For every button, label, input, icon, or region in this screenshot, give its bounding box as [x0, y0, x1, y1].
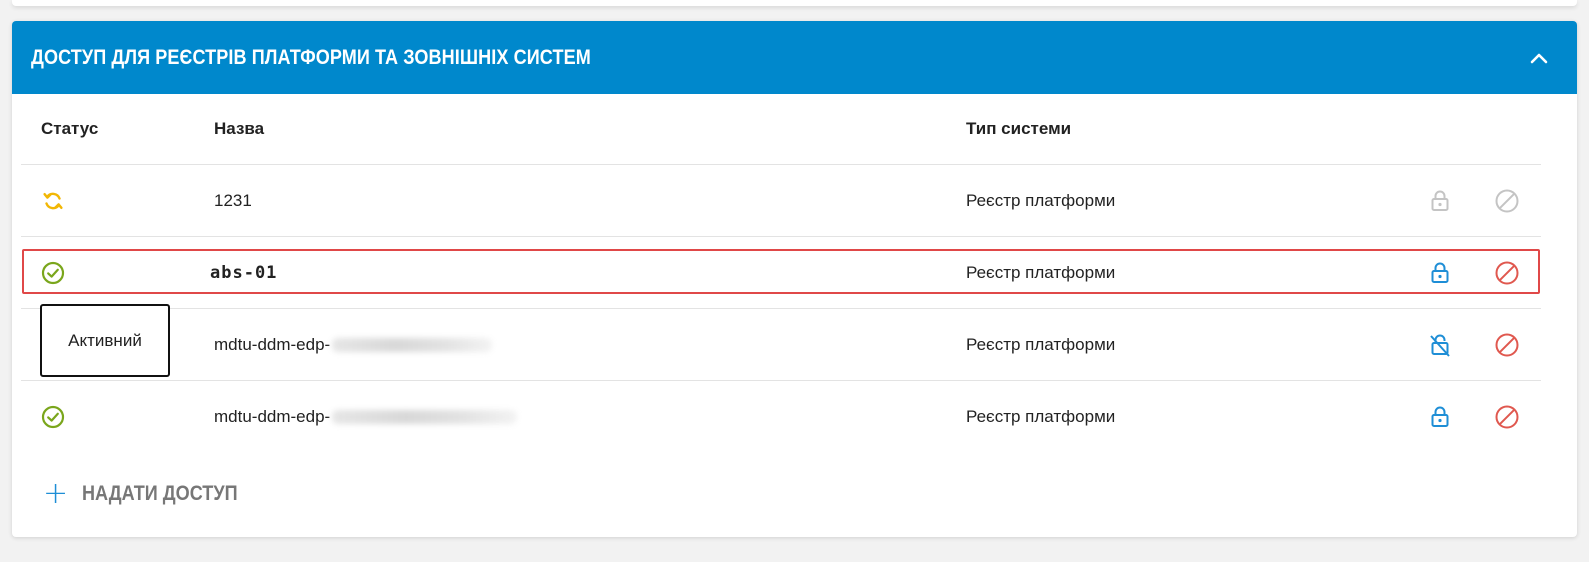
lock-icon[interactable]	[1427, 404, 1453, 430]
status-tooltip: Активний	[40, 304, 170, 377]
plus-icon: +	[43, 476, 69, 511]
table-row: mdtu-ddm-edp- Реєстр платформи	[21, 381, 1541, 452]
row-type: Реєстр платформи	[966, 406, 1116, 426]
add-access-button[interactable]: + НАДАТИ ДОСТУП	[43, 479, 263, 509]
header-status: Статус	[41, 119, 99, 138]
block-icon[interactable]	[1494, 260, 1520, 286]
previous-card-edge	[12, 0, 1577, 6]
block-icon[interactable]	[1494, 332, 1520, 358]
row-name: abs-01	[210, 262, 278, 283]
table-header-row: Статус Назва Тип системи	[21, 94, 1541, 165]
row-type: Реєстр платформи	[966, 190, 1116, 210]
collapse-button[interactable]	[1521, 40, 1557, 76]
row-name: mdtu-ddm-edp-	[214, 407, 518, 427]
add-access-label: НАДАТИ ДОСТУП	[82, 482, 238, 505]
header-type: Тип системи	[966, 119, 1072, 138]
table-row: mdtu-ddm-edp- Реєстр платформи	[21, 309, 1541, 381]
row-type: Реєстр платформи	[966, 334, 1116, 354]
row-name: 1231	[214, 190, 252, 210]
access-table: Статус Назва Тип системи 1231 Реєстр пла…	[21, 94, 1541, 452]
lock-icon[interactable]	[1427, 188, 1453, 214]
lock-icon[interactable]	[1427, 260, 1453, 286]
table-row: abs-01 Реєстр платформи	[21, 237, 1541, 309]
block-icon[interactable]	[1494, 188, 1520, 214]
blurred-name-suffix	[332, 338, 493, 353]
active-status-icon[interactable]	[41, 261, 65, 285]
card-header[interactable]: ДОСТУП ДЛЯ РЕЄСТРІВ ПЛАТФОРМИ ТА ЗОВНІШН…	[12, 21, 1577, 94]
header-name: Назва	[214, 119, 265, 138]
blurred-name-suffix	[332, 410, 518, 425]
sync-status-icon	[41, 189, 65, 213]
platform-access-card: ДОСТУП ДЛЯ РЕЄСТРІВ ПЛАТФОРМИ ТА ЗОВНІШН…	[12, 21, 1577, 537]
table-row: 1231 Реєстр платформи	[21, 165, 1541, 237]
row-type: Реєстр платформи	[966, 262, 1116, 282]
unlock-icon[interactable]	[1427, 332, 1453, 358]
card-title: ДОСТУП ДЛЯ РЕЄСТРІВ ПЛАТФОРМИ ТА ЗОВНІШН…	[31, 45, 591, 69]
tooltip-text: Активний	[68, 330, 142, 350]
active-status-icon[interactable]	[41, 405, 65, 429]
block-icon[interactable]	[1494, 404, 1520, 430]
row-name: mdtu-ddm-edp-	[214, 335, 493, 355]
chevron-up-icon	[1530, 53, 1548, 63]
